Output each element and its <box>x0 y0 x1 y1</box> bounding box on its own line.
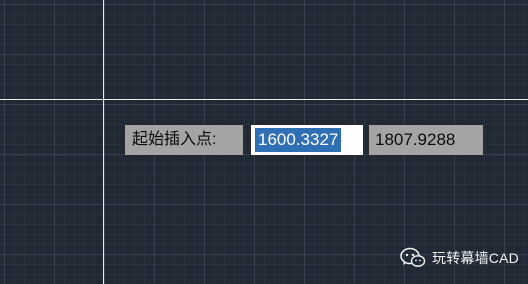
drawing-canvas[interactable]: 起始插入点: 1600.3327 1807.9288 玩转幕墙CAD <box>0 0 528 284</box>
prompt-label: 起始插入点: <box>124 124 244 156</box>
watermark: 玩转幕墙CAD <box>400 247 519 269</box>
crosshair-horizontal-line <box>0 99 528 100</box>
x-coordinate-input[interactable]: 1600.3327 <box>250 124 364 156</box>
y-coordinate-input[interactable]: 1807.9288 <box>368 124 484 156</box>
x-coordinate-selected-text: 1600.3327 <box>255 128 342 152</box>
watermark-text: 玩转幕墙CAD <box>432 250 519 266</box>
wechat-icon <box>400 247 426 267</box>
crosshair-vertical-line <box>103 0 104 284</box>
